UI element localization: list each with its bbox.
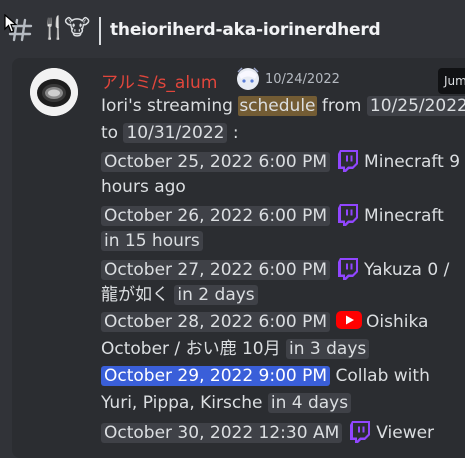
intro-to: to [101, 123, 124, 143]
relative-time-pill[interactable]: in 4 days [267, 393, 352, 413]
header-separator [99, 17, 101, 45]
twitch-icon [338, 258, 359, 280]
schedule-entry-cont: Yuri, Pippa, Kirsche in 4 days [101, 391, 352, 415]
mouse-cursor-icon [4, 14, 18, 33]
twitch-icon [338, 204, 359, 226]
relative-time-pill[interactable]: in 2 days [174, 285, 258, 305]
datetime-pill[interactable]: October 30, 2022 12:30 AM [101, 423, 343, 443]
end-date-pill[interactable]: 10/31/2022 [123, 123, 228, 143]
datetime-pill-selected[interactable]: October 29, 2022 9:00 PM [101, 366, 331, 386]
intro-text: Iori's streaming [101, 96, 239, 116]
message-timestamp: 10/24/2022 [265, 72, 340, 87]
schedule-entry: October 27, 2022 6:00 PM Yakuza 0 / [101, 256, 449, 282]
stream-title-cont: October / おい鹿 10月 [101, 339, 281, 359]
author-name[interactable]: アルミ/s_alum [101, 68, 217, 93]
schedule-entry: October 29, 2022 9:00 PM Collab with [101, 364, 430, 388]
relative-time: 9 [449, 152, 461, 172]
intro-colon: : [227, 123, 239, 143]
datetime-pill[interactable]: October 28, 2022 6:00 PM [101, 312, 331, 332]
schedule-entry: October 28, 2022 6:00 PM Oishika [101, 310, 428, 334]
datetime-pill[interactable]: October 26, 2022 6:00 PM [101, 206, 331, 226]
schedule-entry-cont: in 15 hours [101, 229, 203, 253]
stream-title: Oishika [366, 312, 429, 332]
role-icon [237, 67, 259, 90]
schedule-entry: October 30, 2022 12:30 AM Viewer [101, 419, 434, 445]
channel-header: 🍴 🐮 theioriherd-aka-iorinerdherd [0, 0, 465, 60]
relative-time-pill[interactable]: in 15 hours [101, 231, 203, 251]
avatar-image [30, 68, 78, 116]
schedule-entry: October 26, 2022 6:00 PM Minecraft [101, 202, 444, 228]
schedule-entry-cont: October / おい鹿 10月 in 3 days [101, 337, 370, 361]
author-avatar[interactable] [30, 68, 78, 116]
stream-title: Minecraft [364, 152, 444, 172]
start-date-pill[interactable]: 10/25/2022 [366, 96, 465, 116]
twitch-icon [338, 150, 359, 172]
stream-title-cont: Yuri, Pippa, Kirsche [101, 393, 263, 413]
relative-time: hours ago [101, 177, 186, 197]
jump-button[interactable]: Jum [438, 68, 465, 94]
cow-emoji: 🐮 [64, 16, 91, 41]
stream-title: Yakuza 0 / [364, 260, 450, 280]
relative-time-pill[interactable]: in 3 days [286, 339, 370, 359]
stream-title: Minecraft [364, 206, 444, 226]
twitch-icon [350, 421, 371, 443]
schedule-entry-cont: hours ago [101, 175, 186, 199]
intro-line-1: Iori's streaming schedule from 10/25/202… [101, 94, 465, 118]
schedule-entry: October 25, 2022 6:00 PM Minecraft 9 [101, 148, 460, 174]
search-highlight: schedule [238, 96, 317, 116]
channel-name[interactable]: theioriherd-aka-iorinerdherd [110, 20, 381, 40]
schedule-entry-cont: 龍が如く in 2 days [101, 283, 258, 307]
stream-title: Viewer [376, 423, 435, 443]
intro-line-2: to 10/31/2022 : [101, 121, 239, 145]
stream-title-cont: 龍が如く [101, 285, 169, 305]
datetime-pill[interactable]: October 27, 2022 6:00 PM [101, 260, 331, 280]
intro-from: from [316, 96, 367, 116]
stream-title: Collab with [335, 366, 430, 386]
datetime-pill[interactable]: October 25, 2022 6:00 PM [101, 152, 331, 172]
youtube-icon [336, 311, 363, 329]
